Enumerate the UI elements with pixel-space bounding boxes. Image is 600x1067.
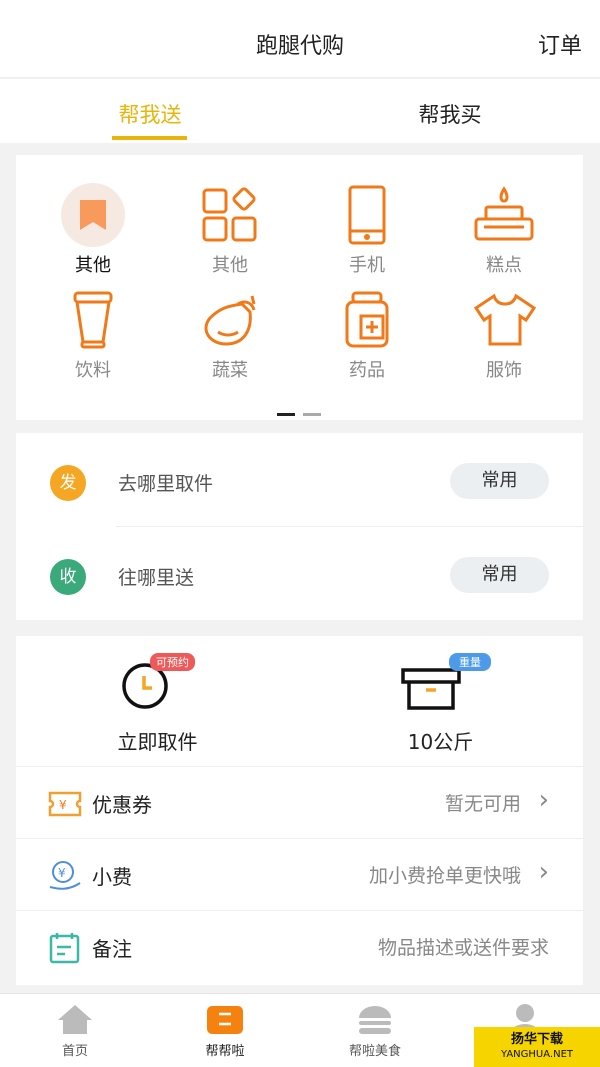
nav-label: 帮啦美食 [348, 1044, 401, 1059]
pickup-address-input[interactable]: 去哪里取件 [118, 469, 213, 496]
receive-badge: 收 [50, 559, 86, 595]
category-label: 药品 [349, 360, 385, 381]
category-label: 糕点 [486, 255, 522, 276]
nav-help[interactable]: 帮帮啦 [150, 1002, 300, 1059]
category-vegetable[interactable]: 蔬菜 [170, 288, 290, 382]
reservable-badge: 可预约 [150, 653, 195, 671]
calendar-note-icon [49, 933, 80, 964]
tip-icon: ¥ [49, 861, 81, 890]
address-card: 发 去哪里取件 常用 收 往哪里送 常用 [16, 433, 583, 620]
tab-buy[interactable]: 帮我买 [375, 99, 525, 129]
delivery-address-input[interactable]: 往哪里送 [118, 563, 194, 590]
phone-icon [335, 183, 399, 247]
watermark-logo: 扬华下载 YANGHUA.NET [474, 1027, 600, 1067]
category-label: 饮料 [75, 360, 111, 381]
tab-indicator [112, 136, 187, 140]
page-title: 跑腿代购 [255, 34, 344, 59]
pickup-address-row[interactable]: 发 去哪里取件 常用 [16, 433, 583, 526]
category-label: 其他 [212, 255, 248, 276]
shirt-icon [472, 288, 536, 352]
note-label: 备注 [92, 937, 132, 961]
category-cake[interactable]: 糕点 [444, 183, 564, 277]
chevron-right-icon: › [538, 785, 549, 815]
tab-send[interactable]: 帮我送 [75, 99, 225, 129]
tip-row[interactable]: ¥ 小费 加小费抢单更快哦 › [16, 838, 583, 910]
box-icon [207, 1006, 243, 1034]
send-badge: 发 [50, 465, 86, 501]
nav-label: 首页 [61, 1044, 88, 1059]
eggplant-icon [198, 288, 262, 352]
chevron-right-icon: › [538, 857, 549, 887]
category-label: 其他 [75, 255, 111, 276]
nav-label: 帮帮啦 [205, 1044, 245, 1059]
cake-icon [472, 183, 536, 247]
page-indicator[interactable] [277, 401, 329, 420]
tab-bar: 帮我送 帮我买 [0, 79, 600, 143]
category-label: 服饰 [486, 360, 522, 381]
drink-icon [61, 288, 125, 352]
category-medicine[interactable]: 药品 [307, 288, 427, 382]
category-label: 蔬菜 [212, 360, 248, 381]
nav-food[interactable]: 帮啦美食 [300, 1002, 450, 1059]
weight-label: 10公斤 [407, 730, 474, 754]
delivery-frequent-button[interactable]: 常用 [450, 557, 549, 593]
header: 跑腿代购 订单 [0, 0, 600, 78]
burger-icon [359, 1006, 391, 1034]
bookmark-icon [61, 183, 125, 247]
coupon-value: 暂无可用 [444, 793, 521, 815]
tip-value: 加小费抢单更快哦 [368, 865, 521, 887]
note-row[interactable]: 备注 物品描述或送件要求 [16, 910, 583, 982]
category-label: 手机 [349, 255, 385, 276]
tip-label: 小费 [92, 865, 132, 889]
category-other-selected[interactable]: 其他 [33, 183, 153, 277]
note-input[interactable]: 物品描述或送件要求 [378, 933, 549, 960]
coupon-label: 优惠券 [92, 793, 152, 817]
category-grid: 其他 其他 手机 糕点 饮料 蔬菜 药品 服饰 [16, 155, 583, 420]
category-phone[interactable]: 手机 [307, 183, 427, 277]
nav-home[interactable]: 首页 [0, 1002, 150, 1059]
delivery-address-row[interactable]: 收 往哪里送 常用 [16, 527, 583, 620]
weight-option[interactable]: 重量 10公斤 [299, 636, 582, 766]
coupon-icon: ¥ [48, 791, 82, 817]
grid-icon [198, 183, 262, 247]
category-drink[interactable]: 饮料 [33, 288, 153, 382]
weight-badge: 重量 [449, 653, 491, 671]
pickup-time-option[interactable]: 可预约 立即取件 [16, 636, 299, 766]
category-clothing[interactable]: 服饰 [444, 288, 564, 382]
coupon-row[interactable]: ¥ 优惠券 暂无可用 › [16, 766, 583, 838]
svg-text:¥: ¥ [58, 866, 66, 880]
pickup-frequent-button[interactable]: 常用 [450, 463, 549, 499]
svg-text:¥: ¥ [59, 798, 67, 812]
pickup-time-label: 立即取件 [117, 730, 198, 754]
orders-button[interactable]: 订单 [538, 28, 582, 60]
order-options-card: 可预约 立即取件 重量 10公斤 ¥ 优惠券 暂无可用 › ¥ 小费 加小费抢单… [16, 636, 583, 985]
home-icon [58, 1005, 92, 1034]
medicine-icon [335, 288, 399, 352]
category-other[interactable]: 其他 [170, 183, 290, 277]
